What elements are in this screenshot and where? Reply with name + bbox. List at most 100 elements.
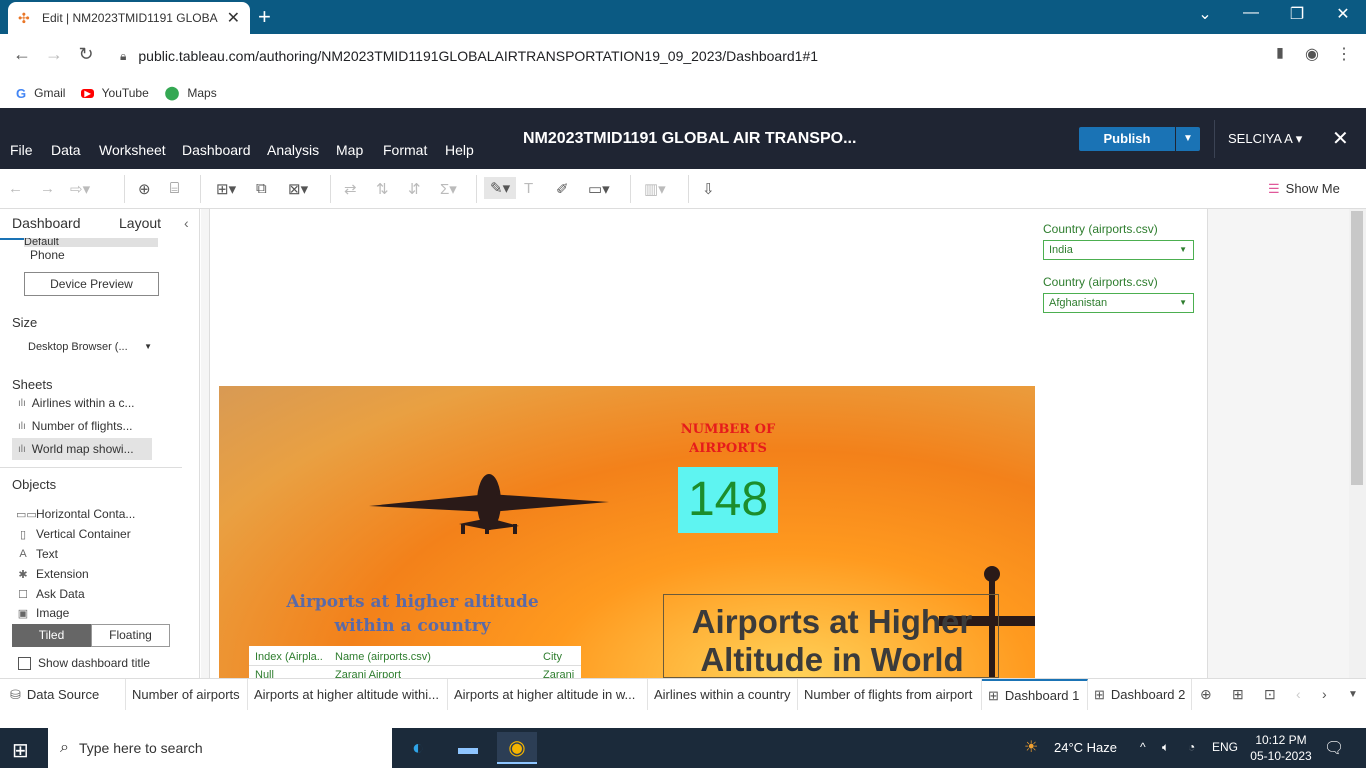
- collapse-panel-icon[interactable]: ‹: [184, 215, 189, 231]
- new-tab-icon[interactable]: +: [258, 5, 271, 29]
- replay-icon[interactable]: ⇨▾: [70, 180, 90, 198]
- tiled-toggle[interactable]: Tiled: [12, 624, 91, 647]
- tabs-menu-icon[interactable]: ▼: [1348, 689, 1358, 700]
- forward-icon[interactable]: →: [42, 44, 66, 65]
- new-worksheet-icon[interactable]: ⊞▾: [216, 180, 236, 198]
- profile-avatar[interactable]: ◉: [1300, 44, 1324, 64]
- sheet-item[interactable]: ılı Number of flights...: [12, 415, 152, 437]
- clear-sheet-icon[interactable]: ⊠▾: [288, 180, 308, 198]
- restore-icon[interactable]: ❐: [1282, 4, 1312, 24]
- minimize-icon[interactable]: —: [1236, 4, 1266, 22]
- menu-help[interactable]: Help: [445, 142, 474, 158]
- airports-table[interactable]: Index (Airpla.. Name (airports.csv) City…: [249, 646, 581, 678]
- tab-airports-altitude-world[interactable]: Airports at higher altitude in w...: [448, 679, 648, 710]
- tab-dashboard-2[interactable]: ⊞ Dashboard 2: [1088, 679, 1192, 710]
- menu-data[interactable]: Data: [51, 142, 81, 158]
- device-phone[interactable]: Phone: [30, 248, 65, 262]
- sort-descending-icon[interactable]: ⇵: [408, 180, 421, 198]
- country-filter-select-1[interactable]: India ▼: [1043, 240, 1194, 260]
- show-me-button[interactable]: ☰ Show Me: [1268, 181, 1340, 197]
- side-panel-icon[interactable]: ▮: [1268, 44, 1292, 61]
- publish-dropdown-icon[interactable]: ▼: [1176, 127, 1200, 151]
- user-menu[interactable]: SELCIYA A ▾: [1228, 131, 1302, 147]
- browser-tab[interactable]: ✣ Edit | NM2023TMID1191 GLOBA ✕: [8, 2, 250, 34]
- edge-icon[interactable]: ◐: [398, 732, 438, 764]
- number-of-airports-value[interactable]: 148: [678, 467, 778, 533]
- labels-icon[interactable]: T: [524, 180, 533, 197]
- totals-icon[interactable]: Σ▾: [440, 180, 457, 198]
- tab-airports-altitude-country[interactable]: Airports at higher altitude withi...: [248, 679, 448, 710]
- new-worksheet-tab-icon[interactable]: ⊕: [1200, 686, 1212, 703]
- chrome-icon[interactable]: ◉: [497, 732, 537, 764]
- size-dropdown[interactable]: Desktop Browser (... ▼: [24, 337, 158, 357]
- highlight-icon[interactable]: ✎▾: [484, 177, 517, 199]
- redo-icon[interactable]: →: [40, 180, 55, 197]
- show-title-checkbox[interactable]: [18, 657, 31, 670]
- device-preview-button[interactable]: Device Preview: [24, 272, 159, 296]
- bookmark-gmail[interactable]: G Gmail: [16, 86, 65, 101]
- close-authoring-icon[interactable]: ✕: [1332, 126, 1349, 151]
- higher-altitude-world-panel[interactable]: Airports at Higher Altitude in World: [663, 594, 999, 678]
- new-data-source-icon[interactable]: ⊕: [138, 180, 151, 198]
- bookmark-maps[interactable]: ⬤ Maps: [165, 85, 217, 101]
- volume-icon[interactable]: 🔈︎: [1162, 740, 1169, 755]
- menu-format[interactable]: Format: [383, 142, 427, 158]
- publish-button[interactable]: Publish: [1079, 127, 1175, 151]
- scroll-tabs-left-icon[interactable]: ‹: [1296, 686, 1301, 702]
- reload-icon[interactable]: ↻: [74, 44, 98, 65]
- tab-number-of-flights[interactable]: Number of flights from airport: [798, 679, 982, 710]
- table-header[interactable]: Name (airports.csv): [335, 651, 431, 663]
- menu-map[interactable]: Map: [336, 142, 363, 158]
- new-story-tab-icon[interactable]: ⊡: [1264, 686, 1276, 703]
- undo-icon[interactable]: ←: [8, 180, 23, 197]
- object-extension[interactable]: ✱ Extension: [16, 567, 88, 581]
- close-tab-icon[interactable]: ✕: [227, 8, 240, 28]
- object-vertical-container[interactable]: ▯ Vertical Container: [16, 527, 131, 541]
- language-indicator[interactable]: ENG: [1212, 740, 1238, 754]
- fit-icon[interactable]: ▭▾: [588, 180, 610, 198]
- new-dashboard-tab-icon[interactable]: ⊞: [1232, 686, 1244, 703]
- taskbar-search[interactable]: ⌕ Type here to search: [48, 728, 392, 768]
- object-text[interactable]: A Text: [16, 547, 58, 561]
- country-filter-select-2[interactable]: Afghanistan ▼: [1043, 293, 1194, 313]
- notifications-icon[interactable]: 🗨︎: [1324, 738, 1344, 758]
- tab-dashboard-1[interactable]: ⊞ Dashboard 1: [982, 679, 1088, 710]
- close-window-icon[interactable]: ✕: [1328, 4, 1358, 24]
- weather-text[interactable]: 24°C Haze: [1054, 740, 1117, 755]
- tab-data-source[interactable]: ⛁ Data Source: [0, 679, 126, 710]
- file-explorer-icon[interactable]: ▬: [448, 732, 488, 764]
- bookmark-youtube[interactable]: ▶ YouTube: [81, 86, 149, 100]
- scroll-tabs-right-icon[interactable]: ›: [1322, 686, 1327, 702]
- swap-rows-columns-icon[interactable]: ⇄: [344, 180, 357, 198]
- table-header[interactable]: City: [543, 651, 562, 663]
- tab-airlines-within-country[interactable]: Airlines within a country: [648, 679, 798, 710]
- taskbar-clock[interactable]: 10:12 PM 05-10-2023: [1248, 732, 1314, 764]
- tab-number-of-airports[interactable]: Number of airports: [126, 679, 248, 710]
- device-default[interactable]: Default: [24, 238, 158, 247]
- address-bar[interactable]: 🔒︎ public.tableau.com/authoring/NM2023TM…: [108, 41, 1258, 71]
- floating-toggle[interactable]: Floating: [91, 624, 170, 647]
- tab-search-icon[interactable]: ⌄: [1190, 4, 1220, 24]
- tray-chevron-icon[interactable]: ^: [1140, 740, 1146, 754]
- duplicate-sheet-icon[interactable]: ⧉: [256, 180, 267, 197]
- download-icon[interactable]: ⇩: [702, 180, 715, 198]
- back-icon[interactable]: ←: [10, 44, 34, 65]
- browser-menu-icon[interactable]: ⋮: [1332, 44, 1356, 64]
- object-image[interactable]: ▣ Image: [16, 607, 70, 619]
- network-icon[interactable]: ◔: [1188, 740, 1195, 754]
- sheet-item[interactable]: ılı Airlines within a c...: [12, 392, 152, 414]
- menu-worksheet[interactable]: Worksheet: [99, 142, 166, 158]
- menu-dashboard[interactable]: Dashboard: [182, 142, 251, 158]
- sheet-item[interactable]: ılı World map showi...: [12, 438, 152, 460]
- object-ask-data[interactable]: ☐ Ask Data: [16, 587, 85, 601]
- object-horizontal-container[interactable]: ▭▭ Horizontal Conta...: [16, 507, 135, 521]
- scrollbar-thumb[interactable]: [1351, 211, 1363, 485]
- show-cards-icon[interactable]: ▥▾: [644, 180, 666, 198]
- format-workbook-icon[interactable]: ✐: [556, 180, 569, 198]
- sort-ascending-icon[interactable]: ⇅: [376, 180, 389, 198]
- tab-layout[interactable]: Layout: [119, 215, 161, 231]
- pause-auto-updates-icon[interactable]: ⌸: [170, 180, 179, 197]
- menu-file[interactable]: File: [10, 142, 33, 158]
- menu-analysis[interactable]: Analysis: [267, 142, 319, 158]
- tab-dashboard[interactable]: Dashboard: [12, 215, 81, 231]
